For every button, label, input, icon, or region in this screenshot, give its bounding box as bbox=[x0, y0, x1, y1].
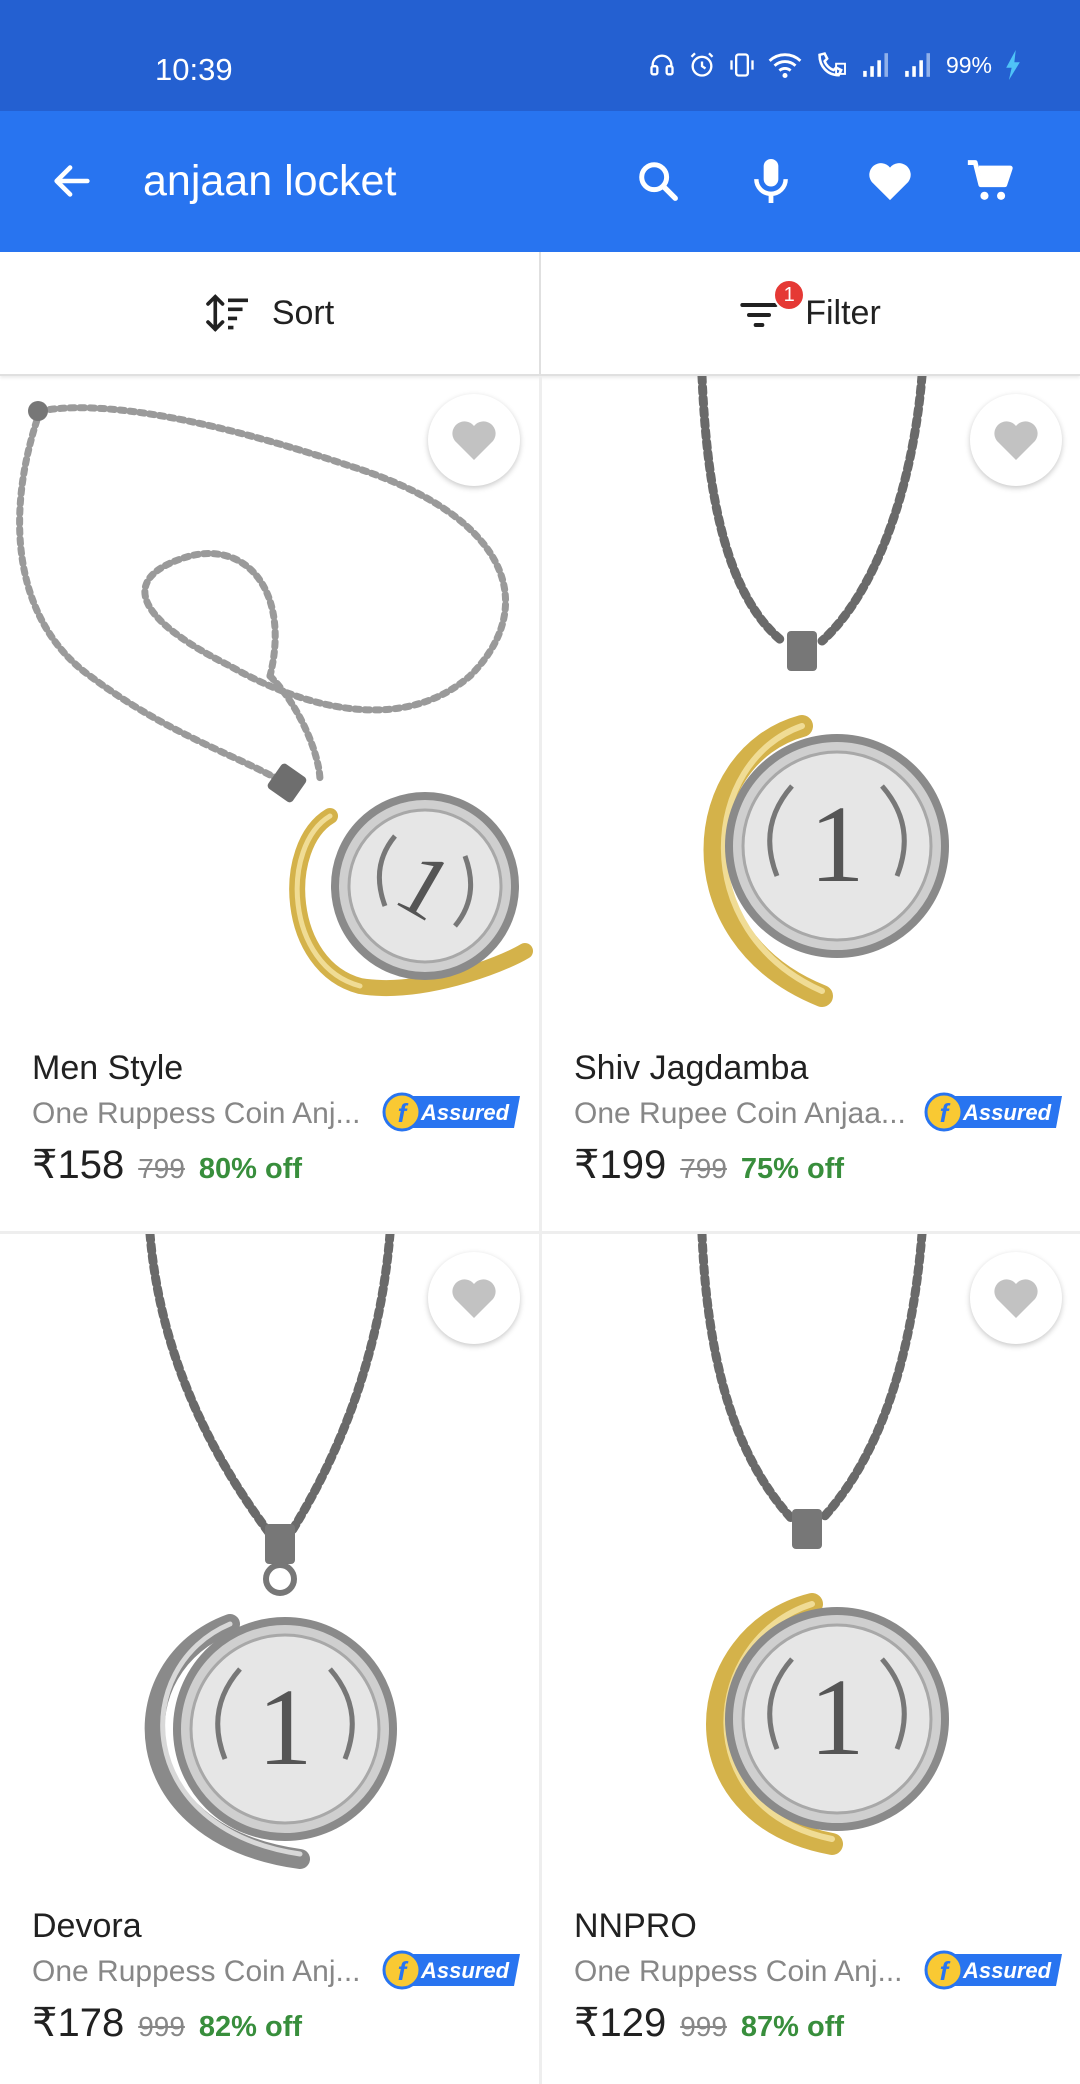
alarm-icon bbox=[690, 52, 714, 77]
product-title: One Ruppess Coin Anj... bbox=[32, 1955, 361, 1988]
assured-badge: f Assured bbox=[382, 1950, 520, 1990]
product-card[interactable]: 1 NNPRO One Ruppess Coin Anj... f Assure… bbox=[542, 1234, 1080, 2084]
signal-1-icon bbox=[863, 53, 888, 77]
app-bar: anjaan locket bbox=[0, 111, 1080, 252]
filter-count-badge: 1 bbox=[773, 279, 806, 311]
vibrate-icon bbox=[730, 53, 754, 77]
back-arrow-icon bbox=[54, 165, 90, 197]
assured-badge: f Assured bbox=[924, 1950, 1062, 1990]
product-brand: NNPRO bbox=[574, 1907, 697, 1945]
status-time: 10:39 bbox=[155, 52, 233, 87]
product-price: ₹178 bbox=[32, 2001, 125, 2045]
charging-bolt-icon bbox=[1006, 50, 1020, 80]
search-query[interactable]: anjaan locket bbox=[143, 157, 396, 206]
product-title: One Ruppess Coin Anj... bbox=[32, 1097, 361, 1130]
product-mrp: 999 bbox=[680, 2011, 727, 2042]
product-price: ₹129 bbox=[574, 2001, 667, 2045]
status-icons: 99% bbox=[648, 50, 1022, 80]
filter-button[interactable]: 1 Filter bbox=[540, 252, 1080, 374]
product-mrp: 999 bbox=[138, 2011, 185, 2042]
microphone-icon bbox=[754, 159, 788, 203]
product-grid: 1 Men Style One Ruppess Coin Anj... f As… bbox=[0, 376, 1080, 2084]
svg-text:1: 1 bbox=[810, 783, 865, 905]
signal-2-icon bbox=[905, 53, 930, 77]
filter-icon-wrap: 1 bbox=[739, 279, 806, 335]
product-card[interactable]: 1 Shiv Jagdamba One Rupee Coin Anjaa... … bbox=[542, 376, 1080, 1231]
heart-icon bbox=[994, 1279, 1038, 1318]
svg-text:1: 1 bbox=[810, 1656, 865, 1778]
cart-button[interactable] bbox=[960, 151, 1020, 211]
product-discount: 87% off bbox=[740, 2011, 845, 2043]
wishlist-toggle[interactable] bbox=[428, 1252, 520, 1344]
svg-text:Assured: Assured bbox=[962, 1958, 1052, 1983]
wishlist-button[interactable] bbox=[860, 151, 920, 211]
wifi-call-icon bbox=[818, 52, 846, 77]
heart-icon bbox=[869, 163, 911, 201]
product-mrp: 799 bbox=[138, 1153, 185, 1184]
back-button[interactable] bbox=[44, 153, 100, 209]
wifi-icon bbox=[768, 53, 802, 79]
product-brand: Men Style bbox=[32, 1049, 184, 1087]
price-row: ₹158 799 80% off bbox=[32, 1142, 302, 1188]
heart-icon bbox=[452, 421, 496, 460]
sort-label: Sort bbox=[271, 293, 335, 332]
price-row: ₹178 999 82% off bbox=[32, 2000, 302, 2046]
cart-icon bbox=[967, 160, 1013, 200]
product-brand: Devora bbox=[32, 1907, 142, 1945]
voice-search-button[interactable] bbox=[741, 151, 801, 211]
wishlist-toggle[interactable] bbox=[428, 394, 520, 486]
product-brand: Shiv Jagdamba bbox=[574, 1049, 809, 1087]
search-icon bbox=[639, 162, 678, 201]
heart-icon bbox=[994, 421, 1038, 460]
sort-button[interactable]: Sort bbox=[0, 252, 540, 374]
product-price: ₹199 bbox=[574, 1143, 667, 1187]
svg-text:Assured: Assured bbox=[420, 1958, 510, 1983]
wishlist-toggle[interactable] bbox=[970, 394, 1062, 486]
headphones-icon bbox=[650, 54, 674, 76]
search-button[interactable] bbox=[628, 151, 688, 211]
assured-badge: f Assured bbox=[924, 1092, 1062, 1132]
svg-text:Assured: Assured bbox=[420, 1100, 510, 1125]
svg-text:1: 1 bbox=[258, 1666, 313, 1788]
wishlist-toggle[interactable] bbox=[970, 1252, 1062, 1344]
assured-badge: f Assured bbox=[382, 1092, 520, 1132]
svg-text:Assured: Assured bbox=[962, 1100, 1052, 1125]
product-mrp: 799 bbox=[680, 1153, 727, 1184]
product-price: ₹158 bbox=[32, 1143, 125, 1187]
product-discount: 80% off bbox=[198, 1153, 303, 1185]
battery-percent: 99% bbox=[945, 51, 992, 78]
status-bar: 10:39 99% bbox=[0, 0, 1080, 111]
product-card[interactable]: 1 Devora One Ruppess Coin Anj... f Assur… bbox=[0, 1234, 540, 2084]
product-title: One Rupee Coin Anjaa... bbox=[574, 1097, 906, 1130]
price-row: ₹199 799 75% off bbox=[574, 1142, 844, 1188]
product-card[interactable]: 1 Men Style One Ruppess Coin Anj... f As… bbox=[0, 376, 540, 1231]
product-discount: 75% off bbox=[740, 1153, 845, 1185]
sort-icon bbox=[205, 294, 248, 332]
price-row: ₹129 999 87% off bbox=[574, 2000, 844, 2046]
heart-icon bbox=[452, 1279, 496, 1318]
product-discount: 82% off bbox=[198, 2011, 303, 2043]
product-title: One Ruppess Coin Anj... bbox=[574, 1955, 903, 1988]
sort-filter-bar: Sort 1 Filter bbox=[0, 252, 1080, 376]
filter-label: Filter bbox=[805, 293, 881, 332]
